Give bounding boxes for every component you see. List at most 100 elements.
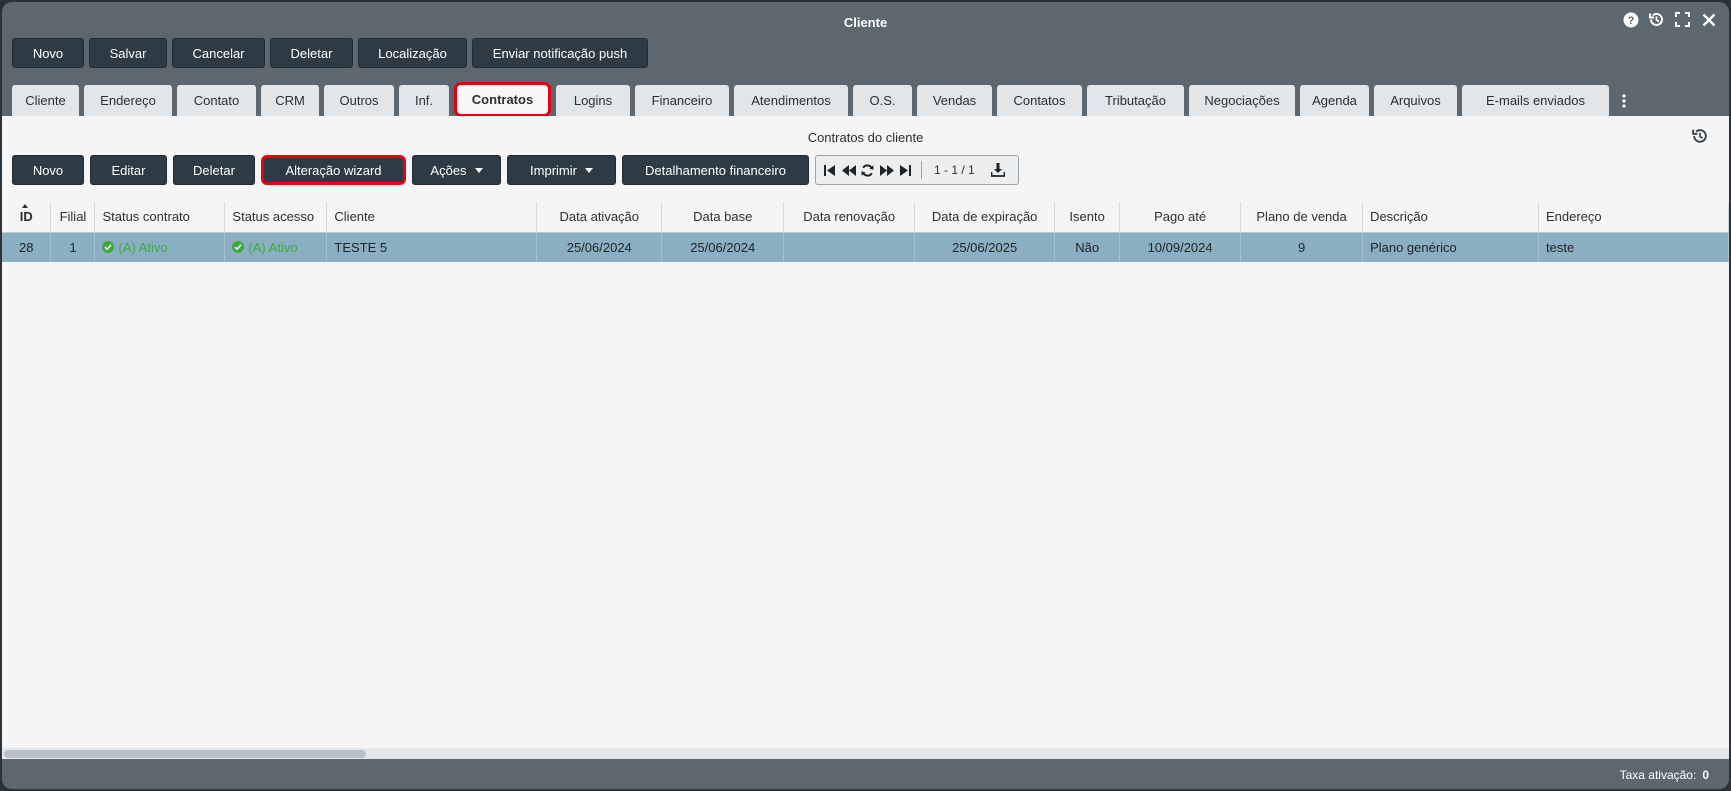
main-toolbar: Novo Salvar Cancelar Deletar Localização…	[12, 38, 648, 68]
tab-contato[interactable]: Contato	[177, 85, 256, 116]
tab-arquivos[interactable]: Arquivos	[1374, 85, 1457, 116]
help-icon[interactable]: ?	[1622, 11, 1639, 28]
next-page-icon[interactable]	[879, 163, 894, 178]
pager: 1 - 1 / 1	[815, 155, 1019, 185]
tab-tributacao[interactable]: Tributação	[1087, 85, 1184, 116]
column-header-data-ativacao[interactable]: Data ativação	[536, 202, 663, 233]
tab-crm[interactable]: CRM	[261, 85, 319, 116]
tab-outros[interactable]: Outros	[324, 85, 394, 116]
table-row[interactable]: 28 1 (A) Ativo (A) Ativo TESTE 5 25/06/2…	[2, 232, 1729, 262]
tab-cliente[interactable]: Cliente	[12, 85, 79, 116]
cancelar-button[interactable]: Cancelar	[172, 38, 265, 68]
column-header-plano-venda[interactable]: Plano de venda	[1240, 202, 1364, 233]
window-controls: ?	[1622, 11, 1717, 28]
contrato-editar-button[interactable]: Editar	[90, 155, 167, 185]
taxa-ativacao-label: Taxa ativação:	[1619, 768, 1697, 782]
scrollbar-thumb[interactable]	[4, 750, 366, 758]
tab-inf[interactable]: Inf.	[399, 85, 449, 116]
cell-data-ativacao: 25/06/2024	[536, 232, 663, 262]
cell-pago-ate: 10/09/2024	[1119, 232, 1242, 262]
column-header-status-contrato[interactable]: Status contrato	[94, 202, 226, 233]
previous-page-icon[interactable]	[841, 163, 856, 178]
column-header-data-base[interactable]: Data base	[661, 202, 785, 233]
fullscreen-icon[interactable]	[1674, 11, 1691, 28]
localizacao-button[interactable]: Localização	[358, 38, 467, 68]
close-icon[interactable]	[1700, 11, 1717, 28]
status-bar: Taxa ativação: 0	[2, 759, 1729, 789]
pager-divider	[921, 161, 922, 179]
taxa-ativacao-value: 0	[1702, 768, 1709, 782]
last-page-icon[interactable]	[898, 163, 913, 178]
check-circle-icon	[232, 241, 245, 254]
caret-down-icon	[584, 167, 593, 173]
column-label: ID	[19, 209, 33, 225]
tab-logins[interactable]: Logins	[556, 85, 630, 116]
tab-vendas[interactable]: Vendas	[917, 85, 992, 116]
panel-history-icon[interactable]	[1691, 127, 1709, 148]
horizontal-scrollbar[interactable]	[2, 748, 1729, 759]
column-header-isento[interactable]: Isento	[1054, 202, 1121, 233]
cell-status-contrato: (A) Ativo	[94, 232, 226, 262]
detalhamento-financeiro-button[interactable]: Detalhamento financeiro	[622, 155, 809, 185]
contrato-novo-button[interactable]: Novo	[12, 155, 84, 185]
status-contrato-label: (A) Ativo	[118, 239, 168, 255]
tab-emails-enviados[interactable]: E-mails enviados	[1462, 85, 1609, 116]
check-circle-icon	[102, 241, 115, 254]
cell-status-acesso: (A) Ativo	[224, 232, 328, 262]
sort-ascending-icon	[22, 204, 28, 208]
table-header-row: ID Filial Status contrato Status acesso …	[2, 202, 1729, 233]
column-header-id[interactable]: ID	[2, 202, 52, 233]
cell-filial: 1	[50, 232, 96, 262]
column-header-filial[interactable]: Filial	[50, 202, 96, 233]
column-header-data-renovacao[interactable]: Data renovação	[783, 202, 916, 233]
client-window: Cliente ? Novo Salvar Cancelar Deletar L…	[2, 2, 1729, 789]
push-notification-button[interactable]: Enviar notificação push	[472, 38, 648, 68]
more-tabs-icon[interactable]	[1614, 85, 1634, 116]
contrato-deletar-button[interactable]: Deletar	[173, 155, 255, 185]
history-icon[interactable]	[1648, 11, 1665, 28]
deletar-button[interactable]: Deletar	[270, 38, 353, 68]
cell-data-renovacao	[783, 232, 916, 262]
acoes-label: Ações	[430, 162, 467, 178]
alteracao-wizard-button[interactable]: Alteração wizard	[261, 155, 406, 185]
tab-bar: Cliente Endereço Contato CRM Outros Inf.…	[12, 82, 1634, 117]
taxa-ativacao: Taxa ativação: 0	[1620, 768, 1709, 782]
contracts-toolbar: Novo Editar Deletar Alteração wizard Açõ…	[12, 155, 1019, 185]
column-header-status-acesso[interactable]: Status acesso	[224, 202, 328, 233]
column-header-descricao[interactable]: Descrição	[1362, 202, 1539, 233]
cell-data-base: 25/06/2024	[661, 232, 785, 262]
tab-agenda[interactable]: Agenda	[1300, 85, 1369, 116]
tab-atendimentos[interactable]: Atendimentos	[734, 85, 848, 116]
cell-cliente: TESTE 5	[326, 232, 538, 262]
svg-text:?: ?	[1627, 15, 1634, 27]
tab-contratos[interactable]: Contratos	[454, 82, 551, 117]
refresh-icon[interactable]	[860, 163, 875, 178]
salvar-button[interactable]: Salvar	[89, 38, 167, 68]
tab-os[interactable]: O.S.	[853, 85, 912, 116]
download-icon[interactable]	[991, 163, 1006, 178]
cell-endereco: teste	[1538, 232, 1729, 262]
pager-range: 1 - 1 / 1	[934, 163, 975, 177]
tab-contatos[interactable]: Contatos	[997, 85, 1082, 116]
caret-down-icon	[474, 167, 483, 173]
novo-button[interactable]: Novo	[12, 38, 84, 68]
status-acesso-label: (A) Ativo	[248, 239, 298, 255]
panel-title: Contratos do cliente	[807, 130, 924, 145]
column-header-data-expiracao[interactable]: Data de expiração	[914, 202, 1056, 233]
acoes-dropdown[interactable]: Ações	[412, 155, 501, 185]
cell-plano-venda: 9	[1240, 232, 1364, 262]
contracts-panel: Contratos do cliente Novo Editar Deletar…	[2, 116, 1729, 759]
imprimir-dropdown[interactable]: Imprimir	[507, 155, 616, 185]
first-page-icon[interactable]	[822, 163, 837, 178]
column-header-pago-ate[interactable]: Pago até	[1119, 202, 1242, 233]
window-title: Cliente	[843, 15, 888, 30]
cell-id: 28	[2, 232, 52, 262]
tab-negociacoes[interactable]: Negociações	[1189, 85, 1295, 116]
cell-data-expiracao: 25/06/2025	[914, 232, 1056, 262]
column-header-cliente[interactable]: Cliente	[326, 202, 538, 233]
tab-financeiro[interactable]: Financeiro	[635, 85, 729, 116]
column-header-endereco[interactable]: Endereço	[1538, 202, 1729, 233]
tab-endereco[interactable]: Endereço	[84, 85, 172, 116]
cell-descricao: Plano genérico	[1362, 232, 1539, 262]
cell-isento: Não	[1054, 232, 1121, 262]
